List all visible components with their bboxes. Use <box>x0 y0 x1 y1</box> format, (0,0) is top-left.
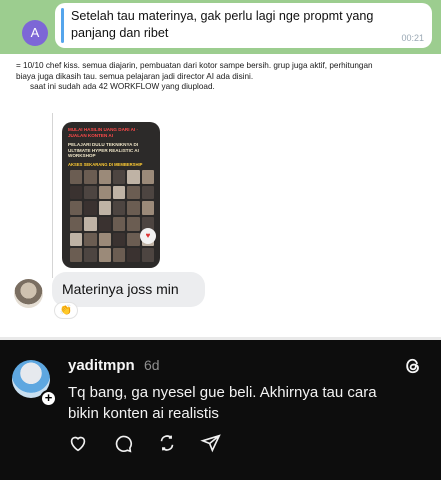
screenshot: A Setelah tau materinya, gak perlu lagi … <box>0 0 441 480</box>
username[interactable]: yaditmpn <box>68 357 135 374</box>
follow-plus-icon[interactable]: + <box>40 390 57 407</box>
thumbnail-image-grid <box>70 170 154 262</box>
thread-divider <box>52 113 53 278</box>
review-line: saat ini sudah ada 42 WORKFLOW yang diup… <box>30 82 215 92</box>
telegram-chat: A Setelah tau materinya, gak perlu lagi … <box>0 0 441 337</box>
review-text: = 10/10 chef kiss. semua diajarin, pembu… <box>16 61 436 93</box>
heart-icon[interactable] <box>67 432 89 454</box>
message-bubble[interactable]: Materinya joss min <box>52 272 205 307</box>
clap-reaction-icon[interactable]: 👏 <box>54 302 78 319</box>
avatar[interactable] <box>14 279 43 308</box>
threads-post: + yaditmpn 6d Tq bang, ga nyesel gue bel… <box>0 340 441 480</box>
thumbnail-heading-main: PELAJARI DULU TEKNIKNYA DI ULTIMATE HYPE… <box>68 142 139 158</box>
chat-top-area: A Setelah tau materinya, gak perlu lagi … <box>0 0 441 54</box>
comment-icon[interactable] <box>112 432 134 454</box>
post-thumbnail[interactable]: MULAI HASILIN UANG DARI AI · JUALAN KONT… <box>62 122 160 268</box>
thumbnail-heading-red: MULAI HASILIN UANG DARI AI · JUALAN KONT… <box>68 127 139 138</box>
repost-icon[interactable] <box>156 432 178 454</box>
heart-badge-icon: ♥ <box>140 228 156 244</box>
quote-bar <box>61 8 64 43</box>
avatar[interactable]: A <box>22 20 48 46</box>
share-icon[interactable] <box>200 432 222 454</box>
review-line: = 10/10 chef kiss. semua diajarin, pembu… <box>16 61 373 70</box>
post-text: Tq bang, ga nyesel gue beli. Akhirnya ta… <box>68 384 377 422</box>
message-text: Materinya joss min <box>62 281 179 297</box>
message-time: 00:21 <box>401 33 424 43</box>
thumbnail-heading: MULAI HASILIN UANG DARI AI · JUALAN KONT… <box>68 127 154 167</box>
thumbnail-heading-yellow: AKSES SEKARANG DI MEMBERSHIP <box>68 161 143 167</box>
threads-logo-icon[interactable] <box>403 356 423 376</box>
review-line: biaya juga dikasih tau. semua pelajaran … <box>16 71 254 81</box>
message-bubble[interactable]: Setelah tau materinya, gak perlu lagi ng… <box>55 3 432 48</box>
message-text: Setelah tau materinya, gak perlu lagi ng… <box>71 9 374 40</box>
post-time: 6d <box>144 357 160 373</box>
